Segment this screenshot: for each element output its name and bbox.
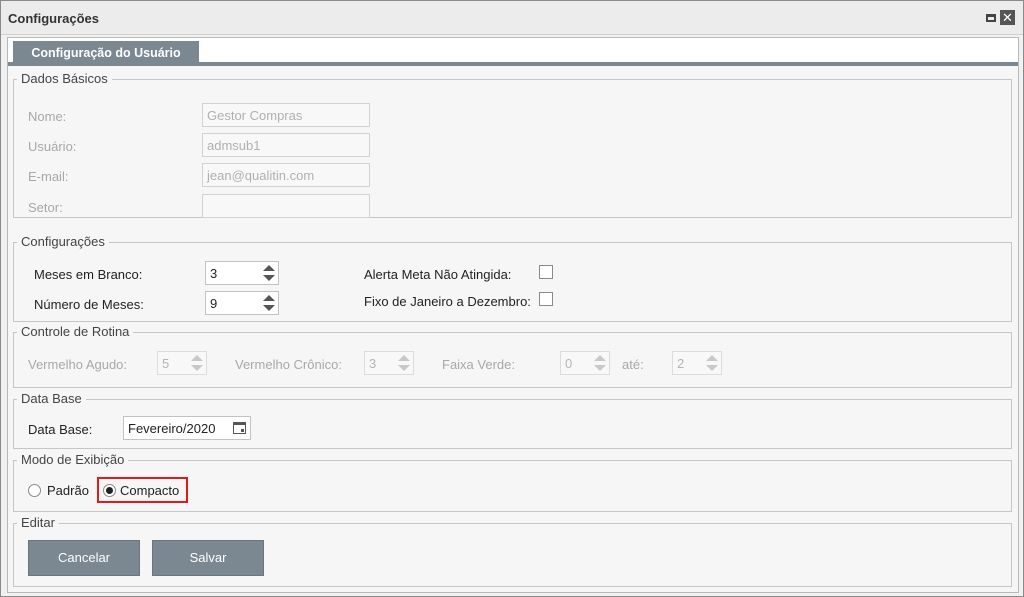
save-button[interactable]: Salvar bbox=[152, 540, 264, 576]
modo-de-exibicao-group: Modo de Exibição Padrão Compacto bbox=[13, 452, 1012, 512]
data-base-value: Fevereiro/2020 bbox=[128, 421, 216, 436]
spin-down-icon[interactable] bbox=[593, 365, 606, 371]
numero-de-meses-label: Número de Meses: bbox=[34, 297, 144, 312]
faixa-verde-stepper[interactable]: 0 bbox=[560, 351, 610, 375]
spin-up-icon[interactable] bbox=[397, 355, 410, 361]
data-base-picker[interactable]: Fevereiro/2020 bbox=[123, 416, 251, 440]
configuracoes-group: Configurações Meses em Branco: 3 Número … bbox=[13, 234, 1012, 322]
radio-compacto[interactable] bbox=[103, 484, 116, 497]
ate-stepper[interactable]: 2 bbox=[672, 351, 722, 375]
spin-down-icon[interactable] bbox=[705, 365, 718, 371]
configuracoes-legend: Configurações bbox=[17, 234, 109, 250]
vermelho-agudo-stepper[interactable]: 5 bbox=[157, 351, 207, 375]
controle-de-rotina-legend: Controle de Rotina bbox=[17, 324, 134, 340]
email-label: E-mail: bbox=[28, 169, 69, 184]
fixo-janeiro-checkbox[interactable] bbox=[539, 292, 553, 306]
calendar-icon[interactable] bbox=[233, 422, 246, 434]
spin-down-icon[interactable] bbox=[397, 365, 410, 371]
editar-group: Editar Cancelar Salvar bbox=[13, 515, 1012, 587]
faixa-verde-value: 0 bbox=[565, 356, 573, 371]
alerta-meta-label: Alerta Meta Não Atingida: bbox=[364, 267, 512, 282]
title-bar: Configurações ✕ bbox=[1, 1, 1023, 35]
usuario-field: admsub1 bbox=[202, 133, 370, 157]
window-title: Configurações bbox=[8, 11, 100, 26]
meses-em-branco-label: Meses em Branco: bbox=[34, 267, 143, 282]
tab-configuracao-do-usuario[interactable]: Configuração do Usuário bbox=[13, 41, 199, 66]
vermelho-agudo-label: Vermelho Agudo: bbox=[28, 357, 128, 372]
vermelho-cronico-value: 3 bbox=[369, 356, 377, 371]
vermelho-agudo-value: 5 bbox=[162, 356, 170, 371]
faixa-verde-label: Faixa Verde: bbox=[442, 357, 515, 372]
alerta-meta-checkbox[interactable] bbox=[539, 265, 553, 279]
meses-em-branco-value: 3 bbox=[210, 266, 218, 281]
close-icon[interactable]: ✕ bbox=[1000, 10, 1015, 25]
numero-de-meses-stepper[interactable]: 9 bbox=[205, 291, 279, 315]
dados-basicos-group: Dados Básicos Nome: Gestor Compras Usuár… bbox=[13, 71, 1012, 218]
cancel-button[interactable]: Cancelar bbox=[28, 540, 140, 576]
dados-basicos-legend: Dados Básicos bbox=[17, 71, 112, 87]
vermelho-cronico-stepper[interactable]: 3 bbox=[364, 351, 414, 375]
editar-legend: Editar bbox=[17, 515, 59, 531]
tab-strip: Configuração do Usuário bbox=[8, 38, 1018, 66]
data-base-group: Data Base Data Base: Fevereiro/2020 bbox=[13, 391, 1012, 449]
nome-label: Nome: bbox=[28, 109, 67, 124]
spin-up-icon[interactable] bbox=[593, 355, 606, 361]
data-base-legend: Data Base bbox=[17, 391, 86, 407]
main-panel: Configuração do Usuário Dados Básicos No… bbox=[7, 37, 1019, 593]
vermelho-cronico-label: Vermelho Crônico: bbox=[235, 357, 342, 372]
numero-de-meses-value: 9 bbox=[210, 296, 218, 311]
email-field: jean@qualitin.com bbox=[202, 163, 370, 187]
fixo-janeiro-label: Fixo de Janeiro a Dezembro: bbox=[364, 294, 531, 309]
spin-up-icon[interactable] bbox=[705, 355, 718, 361]
spin-up-icon[interactable] bbox=[262, 265, 275, 271]
meses-em-branco-stepper[interactable]: 3 bbox=[205, 261, 279, 285]
modo-de-exibicao-legend: Modo de Exibição bbox=[17, 452, 129, 468]
ate-value: 2 bbox=[677, 356, 685, 371]
padrao-label[interactable]: Padrão bbox=[47, 483, 89, 498]
maximize-icon[interactable] bbox=[983, 10, 998, 25]
compacto-label[interactable]: Compacto bbox=[120, 483, 179, 498]
nome-field: Gestor Compras bbox=[202, 103, 370, 127]
usuario-label: Usuário: bbox=[28, 139, 77, 154]
radio-padrao[interactable] bbox=[28, 484, 41, 497]
ate-label: até: bbox=[622, 357, 644, 372]
spin-up-icon[interactable] bbox=[190, 355, 203, 361]
spin-down-icon[interactable] bbox=[262, 275, 275, 281]
setor-label: Setor: bbox=[28, 200, 63, 215]
setor-field bbox=[202, 194, 370, 218]
spin-down-icon[interactable] bbox=[190, 365, 203, 371]
controle-de-rotina-group: Controle de Rotina Vermelho Agudo: 5 Ver… bbox=[13, 324, 1012, 388]
configuracoes-window: Configurações ✕ Configuração do Usuário … bbox=[0, 0, 1024, 597]
data-base-label: Data Base: bbox=[28, 422, 93, 437]
spin-down-icon[interactable] bbox=[262, 305, 275, 311]
spin-up-icon[interactable] bbox=[262, 295, 275, 301]
